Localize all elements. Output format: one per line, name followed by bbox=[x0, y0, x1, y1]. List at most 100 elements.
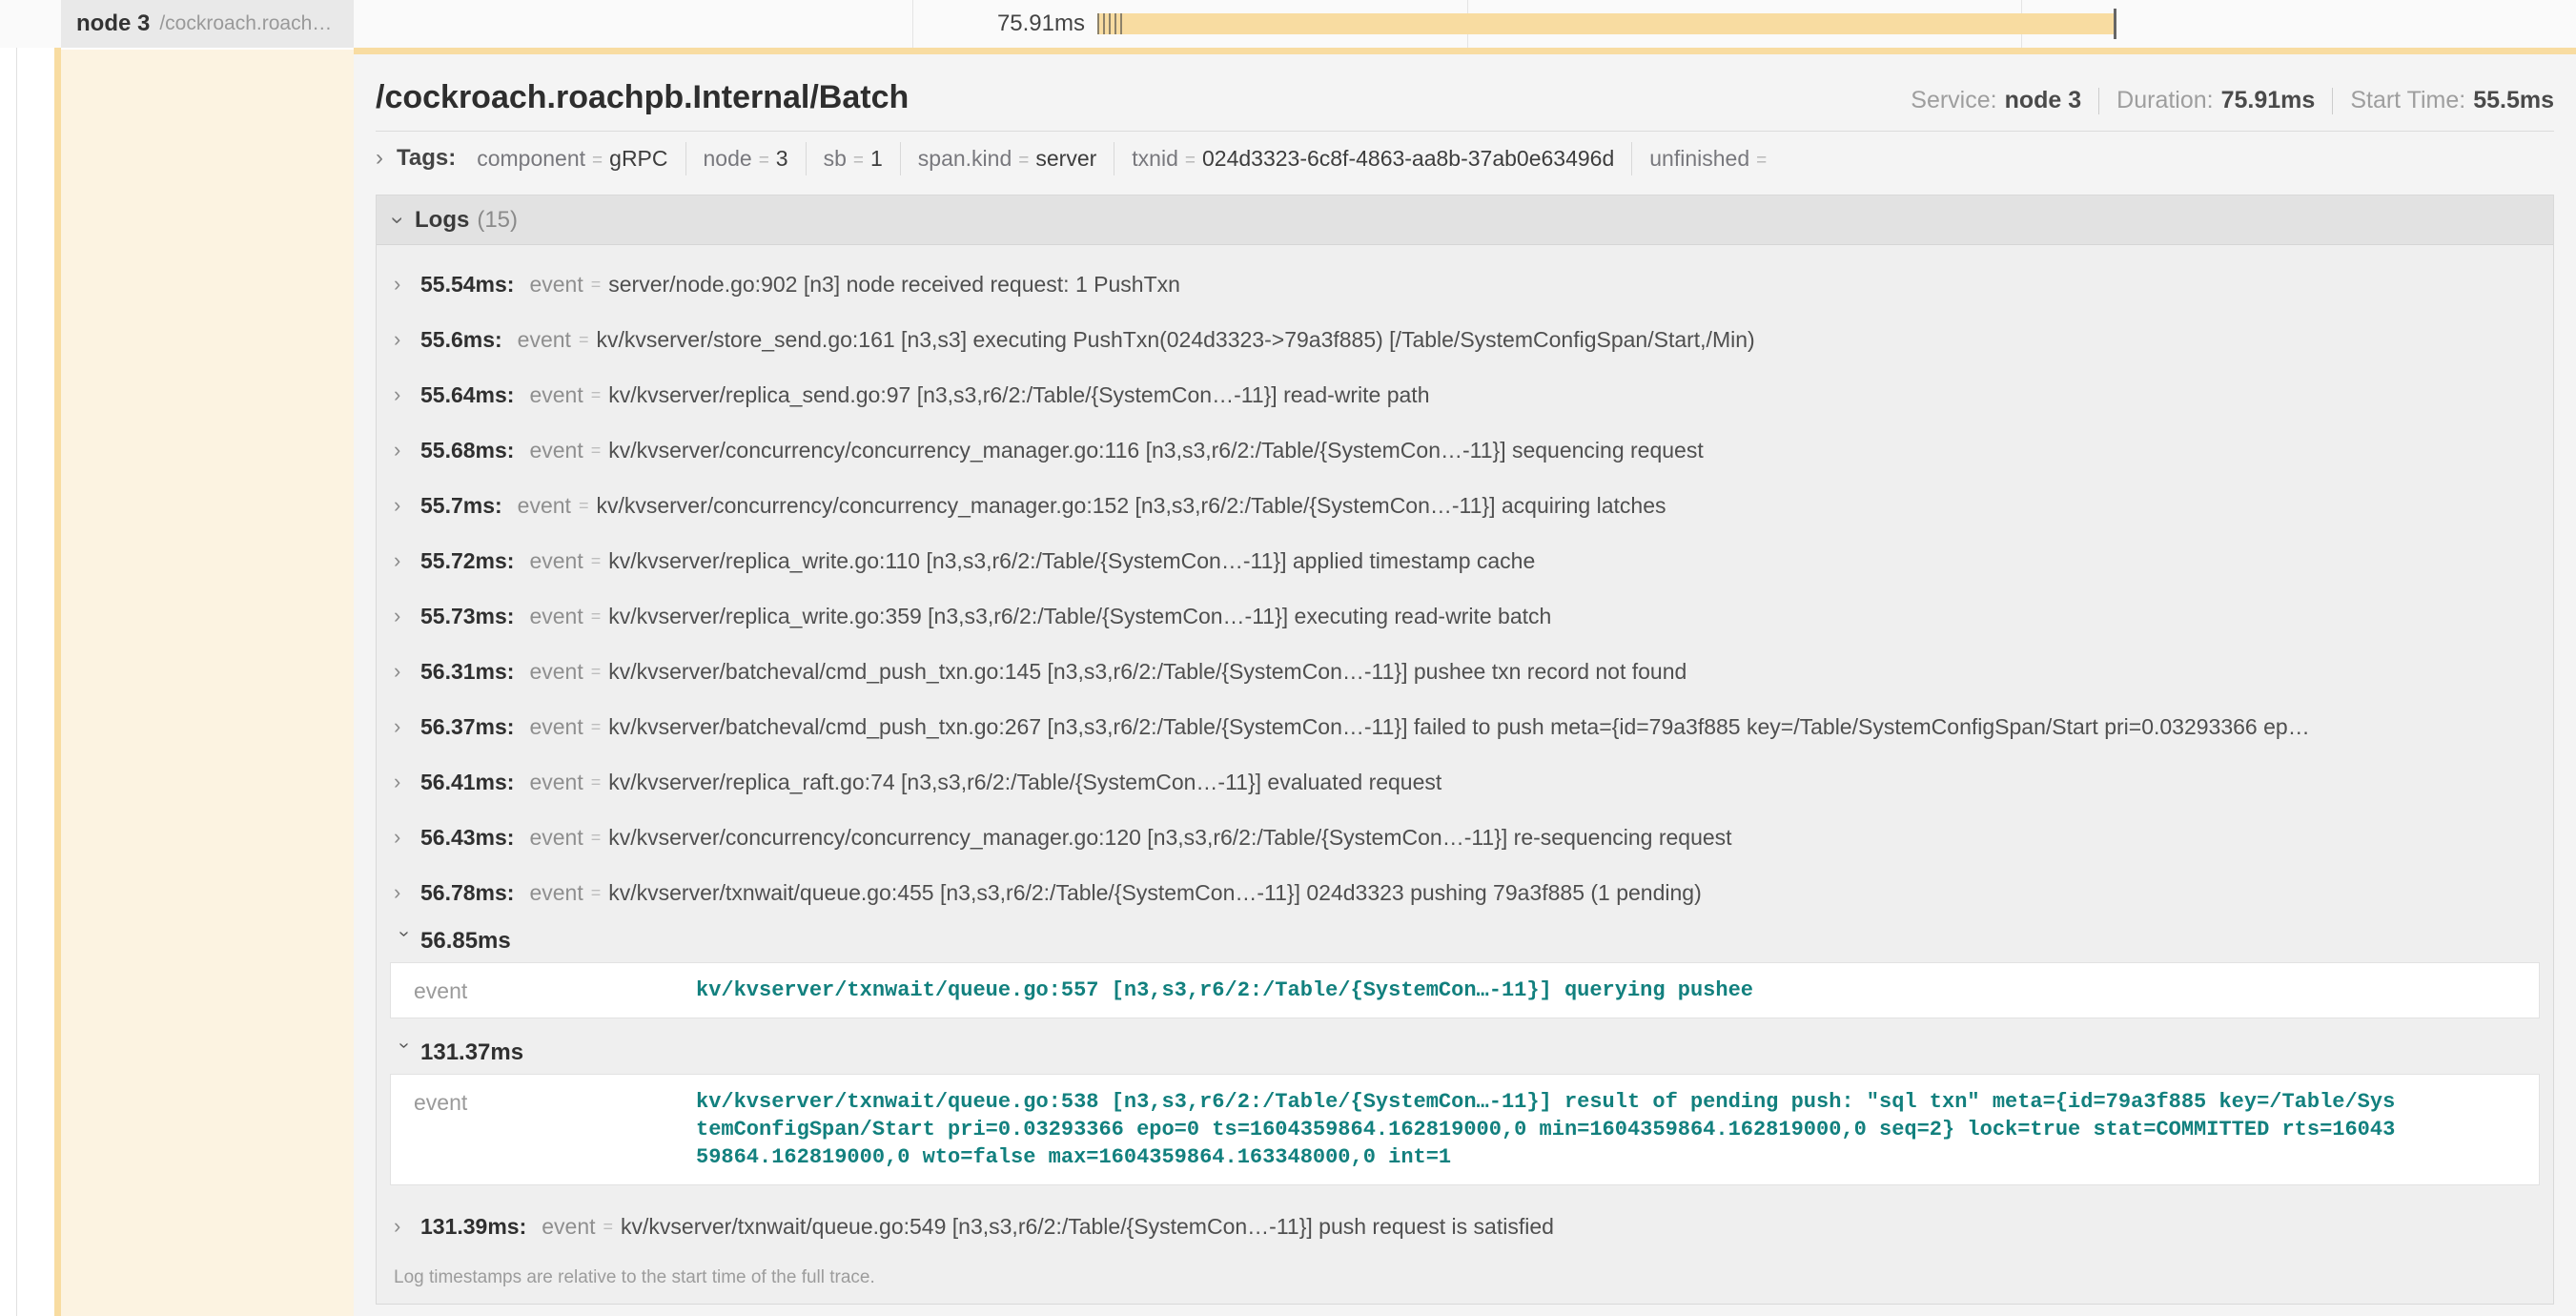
log-row[interactable]: › 131.39ms: event = kv/kvserver/txnwait/… bbox=[377, 1199, 2553, 1254]
log-timestamp: 55.68ms: bbox=[420, 438, 514, 463]
log-entry-expanded: › 131.37ms event kv/kvserver/txnwait/que… bbox=[377, 1032, 2553, 1185]
chevron-right-icon[interactable]: › bbox=[394, 440, 415, 461]
tag-item[interactable]: node = 3 bbox=[686, 142, 807, 175]
tag-item[interactable]: sb = 1 bbox=[807, 142, 901, 175]
log-timestamp: 55.64ms: bbox=[420, 382, 514, 408]
log-row[interactable]: › 55.68ms: event = kv/kvserver/concurren… bbox=[377, 422, 2553, 478]
chevron-right-icon[interactable]: › bbox=[394, 661, 415, 682]
span-detail-panel: /cockroach.roachpb.Internal/Batch Servic… bbox=[354, 54, 2576, 1316]
equals-sign: = bbox=[603, 1217, 614, 1237]
equals-sign: = bbox=[592, 151, 603, 172]
equals-sign: = bbox=[591, 441, 602, 461]
equals-sign: = bbox=[591, 385, 602, 405]
log-field-key: event bbox=[529, 438, 583, 463]
span-row: node 3 /cockroach.roach… 75.91ms bbox=[0, 0, 2576, 48]
chevron-right-icon[interactable]: › bbox=[394, 384, 415, 405]
logs-count: (15) bbox=[477, 207, 518, 234]
log-row[interactable]: › 55.6ms: event = kv/kvserver/store_send… bbox=[377, 312, 2553, 367]
log-message: kv/kvserver/replica_raft.go:74 [n3,s3,r6… bbox=[608, 770, 2553, 795]
chevron-right-icon[interactable]: › bbox=[394, 274, 415, 295]
log-field-key: event bbox=[391, 963, 696, 1018]
log-field-key: event bbox=[529, 770, 583, 795]
log-message: kv/kvserver/replica_write.go:359 [n3,s3,… bbox=[608, 604, 2553, 629]
equals-sign: = bbox=[591, 551, 602, 571]
span-bar-end-tick bbox=[2114, 9, 2116, 39]
tags-accordion-toggle[interactable]: › Tags: component = gRPC node = 3 sb = 1… bbox=[376, 137, 2554, 179]
log-row[interactable]: › 56.31ms: event = kv/kvserver/batcheval… bbox=[377, 644, 2553, 699]
log-field-key: event bbox=[518, 327, 571, 353]
span-name-tab[interactable]: node 3 /cockroach.roach… bbox=[61, 0, 354, 48]
log-message: kv/kvserver/batcheval/cmd_push_txn.go:26… bbox=[608, 714, 2553, 740]
log-timestamp: 131.39ms: bbox=[420, 1214, 526, 1240]
log-detail-card: event kv/kvserver/txnwait/queue.go:538 [… bbox=[390, 1074, 2540, 1185]
chevron-down-icon[interactable]: › bbox=[387, 216, 408, 224]
duration-label: Duration: bbox=[2116, 87, 2213, 114]
start-time-value: 55.5ms bbox=[2473, 87, 2554, 114]
tag-item[interactable]: unfinished = bbox=[1632, 142, 1790, 175]
equals-sign: = bbox=[591, 828, 602, 848]
log-timestamp: 55.54ms: bbox=[420, 272, 514, 298]
tag-item[interactable]: component = gRPC bbox=[460, 142, 685, 175]
chevron-right-icon[interactable]: › bbox=[394, 550, 415, 571]
log-field-key: event bbox=[391, 1075, 696, 1184]
chevron-right-icon[interactable]: › bbox=[394, 495, 415, 516]
log-message: kv/kvserver/concurrency/concurrency_mana… bbox=[608, 825, 2553, 851]
log-row[interactable]: › 55.72ms: event = kv/kvserver/replica_w… bbox=[377, 533, 2553, 588]
divider bbox=[2098, 88, 2099, 114]
logs-accordion: › Logs (15) › 55.54ms: event = server/no… bbox=[376, 195, 2554, 1305]
log-field-key: event bbox=[542, 1214, 595, 1240]
tag-key: unfinished bbox=[1649, 146, 1749, 172]
equals-sign: = bbox=[591, 662, 602, 682]
log-entry-expanded: › 56.85ms event kv/kvserver/txnwait/queu… bbox=[377, 920, 2553, 1018]
log-timestamp: 56.41ms: bbox=[420, 770, 514, 795]
span-service-name: node 3 bbox=[76, 10, 150, 37]
tag-key: sb bbox=[824, 146, 847, 172]
log-row[interactable]: › 56.78ms: event = kv/kvserver/txnwait/q… bbox=[377, 865, 2553, 920]
log-field-key: event bbox=[529, 272, 583, 298]
tag-key: node bbox=[704, 146, 752, 172]
equals-sign: = bbox=[759, 151, 769, 172]
log-field-key: event bbox=[529, 548, 583, 574]
span-duration-bar[interactable] bbox=[1097, 13, 2115, 34]
chevron-down-icon[interactable]: › bbox=[394, 1042, 415, 1063]
tag-item[interactable]: span.kind = server bbox=[901, 142, 1114, 175]
tag-key: span.kind bbox=[918, 146, 1012, 172]
tags-label: Tags: bbox=[397, 145, 456, 172]
log-timestamp: 56.78ms: bbox=[420, 880, 514, 906]
log-timestamp: 55.73ms: bbox=[420, 604, 514, 629]
chevron-right-icon[interactable]: › bbox=[394, 1216, 415, 1237]
chevron-right-icon[interactable]: › bbox=[394, 329, 415, 350]
divider bbox=[376, 131, 2554, 132]
equals-sign: = bbox=[591, 275, 602, 295]
log-row-expanded-toggle[interactable]: › 56.85ms bbox=[377, 920, 2553, 962]
log-row[interactable]: › 55.64ms: event = kv/kvserver/replica_s… bbox=[377, 367, 2553, 422]
span-overview: Service: node 3 Duration: 75.91ms Start … bbox=[1911, 87, 2554, 114]
log-row[interactable]: › 56.37ms: event = kv/kvserver/batcheval… bbox=[377, 699, 2553, 754]
equals-sign: = bbox=[1018, 151, 1029, 172]
log-row[interactable]: › 55.7ms: event = kv/kvserver/concurrenc… bbox=[377, 478, 2553, 533]
divider bbox=[2332, 88, 2333, 114]
log-row-expanded-toggle[interactable]: › 131.37ms bbox=[377, 1032, 2553, 1074]
chevron-right-icon[interactable]: › bbox=[394, 606, 415, 627]
chevron-right-icon[interactable]: › bbox=[376, 148, 383, 169]
logs-accordion-toggle[interactable]: › Logs (15) bbox=[377, 195, 2553, 245]
chevron-down-icon[interactable]: › bbox=[394, 931, 415, 952]
equals-sign: = bbox=[579, 496, 589, 516]
duration-value: 75.91ms bbox=[2221, 87, 2316, 114]
chevron-right-icon[interactable]: › bbox=[394, 882, 415, 903]
tag-value: 1 bbox=[870, 146, 883, 172]
tag-item[interactable]: txnid = 024d3323-6c8f-4863-aa8b-37ab0e63… bbox=[1114, 142, 1632, 175]
log-message: kv/kvserver/concurrency/concurrency_mana… bbox=[608, 438, 2553, 463]
chevron-right-icon[interactable]: › bbox=[394, 716, 415, 737]
chevron-right-icon[interactable]: › bbox=[394, 771, 415, 792]
log-row[interactable]: › 55.54ms: event = server/node.go:902 [n… bbox=[377, 257, 2553, 312]
log-message: kv/kvserver/replica_write.go:110 [n3,s3,… bbox=[608, 548, 2553, 574]
chevron-right-icon[interactable]: › bbox=[394, 827, 415, 848]
log-row[interactable]: › 55.73ms: event = kv/kvserver/replica_w… bbox=[377, 588, 2553, 644]
span-color-strip bbox=[54, 3, 61, 1316]
log-row[interactable]: › 56.43ms: event = kv/kvserver/concurren… bbox=[377, 810, 2553, 865]
span-title: /cockroach.roachpb.Internal/Batch bbox=[376, 79, 909, 116]
log-row[interactable]: › 56.41ms: event = kv/kvserver/replica_r… bbox=[377, 754, 2553, 810]
log-timestamp: 56.37ms: bbox=[420, 714, 514, 740]
span-operation-name: /cockroach.roach… bbox=[159, 12, 332, 35]
